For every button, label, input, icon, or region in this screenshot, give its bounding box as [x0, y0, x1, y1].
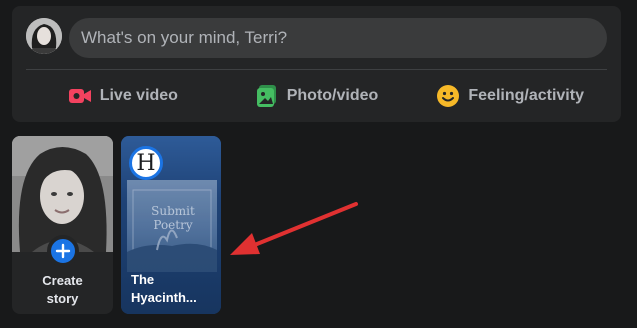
user-avatar[interactable]: [26, 18, 62, 54]
live-video-label: Live video: [99, 87, 178, 104]
facebook-feed-top: What's on your mind, Terri? Live video P…: [0, 0, 637, 328]
plus-icon: [55, 243, 71, 259]
page-story-card[interactable]: Submit Poetry H The Hyacinth...: [121, 136, 221, 314]
composer-actions: Live video Photo/video Feeling/activity: [26, 76, 607, 116]
page-avatar[interactable]: H: [129, 146, 163, 180]
post-composer: What's on your mind, Terri? Live video P…: [12, 6, 621, 122]
add-story-button[interactable]: [47, 235, 79, 267]
live-video-icon: [68, 84, 92, 108]
divider: [26, 69, 607, 70]
create-story-card[interactable]: Create story: [12, 136, 113, 314]
poster-text: Submit Poetry: [151, 204, 195, 232]
live-video-button[interactable]: Live video: [26, 76, 220, 116]
feeling-activity-label: Feeling/activity: [468, 87, 584, 104]
story-poster-image: Submit Poetry: [127, 180, 217, 272]
photo-video-button[interactable]: Photo/video: [220, 76, 414, 116]
page-story-name: The Hyacinth...: [131, 272, 197, 305]
status-input[interactable]: What's on your mind, Terri?: [69, 18, 607, 58]
feeling-activity-button[interactable]: Feeling/activity: [413, 76, 607, 116]
photo-video-label: Photo/video: [286, 87, 379, 104]
photo-video-icon: [255, 84, 279, 108]
create-story-label: Create story: [42, 273, 83, 306]
feeling-activity-icon: [436, 84, 460, 108]
